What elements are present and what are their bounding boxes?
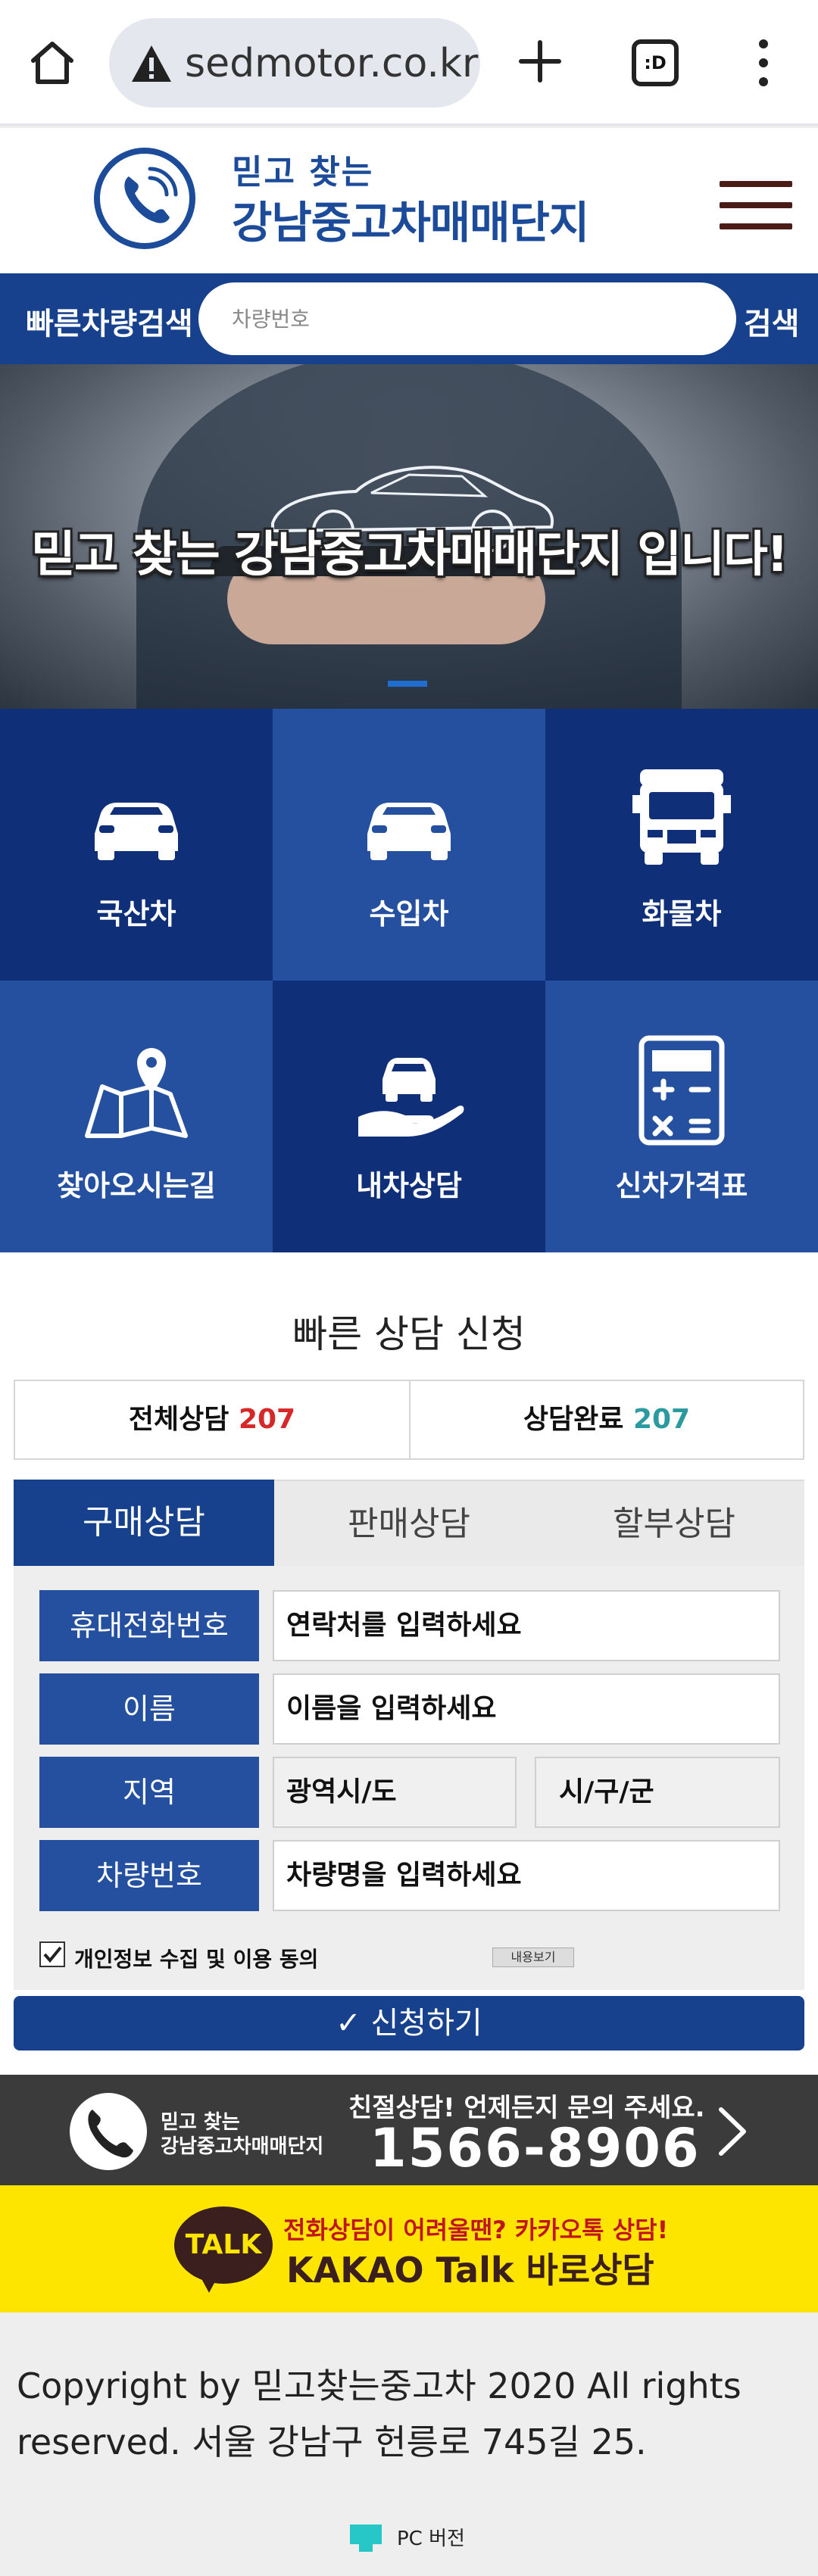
- new-tab-icon[interactable]: [515, 36, 565, 86]
- logo-phone-icon[interactable]: [94, 148, 195, 249]
- category-domestic-cars[interactable]: 국산차: [0, 709, 273, 981]
- total-consult-count: 207: [238, 1404, 296, 1435]
- truck-icon: [632, 769, 731, 865]
- car-number-label: 차량번호: [39, 1840, 259, 1911]
- view-terms-button[interactable]: 내용보기: [492, 1948, 574, 1967]
- privacy-checkbox[interactable]: [39, 1941, 65, 1967]
- monitor-stand: [359, 2544, 373, 2552]
- car-icon: [367, 803, 451, 860]
- footer: Copyright by 믿고찾는중고차 2020 All rights res…: [0, 2312, 818, 2576]
- consult-tabs: 구매상담 판매상담 할부상담: [14, 1480, 804, 1566]
- category-imported-cars[interactable]: 수입차: [273, 709, 545, 981]
- kakao-bubble-tail: [198, 2273, 220, 2293]
- kakao-main-text: KAKAO Talk 바로상담: [286, 2250, 654, 2291]
- map-icon: [85, 1048, 188, 1138]
- category-label: 화물차: [642, 897, 722, 931]
- url-text[interactable]: sedmotor.co.kr: [185, 41, 478, 86]
- kakao-subtext: 전화상담이 어려울땐? 카카오톡 상담!: [283, 2216, 669, 2244]
- district-select[interactable]: 시/구/군: [535, 1757, 780, 1828]
- submit-button[interactable]: ✓ 신청하기: [14, 1996, 804, 2051]
- phone-icon: [70, 2093, 147, 2170]
- completed-consult-label: 상담완료: [523, 1404, 624, 1435]
- phone-input[interactable]: 연락처를 입력하세요: [273, 1590, 780, 1661]
- tab-sale-consult[interactable]: 판매상담: [274, 1480, 544, 1566]
- privacy-agree-label: 개인정보 수집 및 이용 동의: [74, 1947, 319, 1972]
- carousel-indicator[interactable]: [388, 681, 427, 687]
- copyright-text: Copyright by 믿고찾는중고차 2020 All rights res…: [17, 2365, 742, 2462]
- hero-banner[interactable]: 믿고 찾는 강남중고차매매단지 입니다!: [0, 364, 818, 709]
- search-button[interactable]: 검색: [744, 299, 800, 343]
- category-new-car-price[interactable]: 신차가격표: [545, 981, 818, 1252]
- category-label: 수입차: [369, 897, 449, 931]
- call-banner-brand: 강남중고차매매단지: [161, 2135, 324, 2158]
- consult-form: 휴대전화번호 연락처를 입력하세요 이름 이름을 입력하세요 지역 광역시/도 …: [14, 1566, 804, 1990]
- warning-icon[interactable]: [130, 44, 173, 83]
- category-grid: 국산차 수입차 화물차 찾아오시는길 내차상담 신차가격표: [0, 709, 818, 1252]
- calculator-icon: [638, 1035, 725, 1146]
- name-row: 이름 이름을 입력하세요: [39, 1673, 780, 1745]
- browser-toolbar: sedmotor.co.kr :D: [0, 0, 818, 126]
- kakao-talk-icon: TALK: [174, 2206, 273, 2284]
- hamburger-menu-icon[interactable]: [720, 181, 792, 229]
- car-icon: [95, 803, 178, 860]
- kakao-consult-banner[interactable]: TALK 전화상담이 어려울땐? 카카오톡 상담! KAKAO Talk 바로상…: [0, 2185, 818, 2312]
- check-icon: [43, 1946, 62, 1963]
- home-icon[interactable]: [29, 39, 76, 86]
- category-label: 내차상담: [356, 1169, 462, 1202]
- province-select[interactable]: 광역시/도: [273, 1757, 517, 1828]
- pc-version-link[interactable]: PC 버전: [397, 2523, 465, 2551]
- category-label: 찾아오시는길: [57, 1169, 216, 1202]
- consult-title: 빠른 상담 신청: [292, 1312, 526, 1356]
- region-row: 지역 광역시/도 시/구/군: [39, 1757, 780, 1828]
- logo-tagline[interactable]: 믿고 찾는: [232, 145, 373, 193]
- name-input[interactable]: 이름을 입력하세요: [273, 1673, 780, 1745]
- quick-search-label: 빠른차량검색: [26, 307, 193, 341]
- phone-label: 휴대전화번호: [39, 1590, 259, 1661]
- address-bar[interactable]: sedmotor.co.kr: [109, 18, 480, 108]
- category-label: 신차가격표: [615, 1169, 748, 1202]
- category-directions[interactable]: 찾아오시는길: [0, 981, 273, 1252]
- monitor-icon[interactable]: [350, 2525, 382, 2544]
- logo-title[interactable]: 강남중고차매매단지: [232, 187, 589, 251]
- call-banner[interactable]: 믿고 찾는 강남중고차매매단지 친절상담! 언제든지 문의 주세요. 1566-…: [0, 2075, 818, 2185]
- phone-row: 휴대전화번호 연락처를 입력하세요: [39, 1590, 780, 1661]
- site-header: 믿고 찾는 강남중고차매매단지: [0, 128, 818, 273]
- car-name-input[interactable]: 차량명을 입력하세요: [273, 1840, 780, 1911]
- name-label: 이름: [39, 1673, 259, 1745]
- category-my-car-consult[interactable]: 내차상담: [273, 981, 545, 1252]
- hand-car-icon: [358, 1058, 464, 1137]
- phone-number[interactable]: 1566-8906: [370, 2117, 701, 2179]
- vehicle-number-input[interactable]: [198, 282, 736, 355]
- total-consult-stat: 전체상담 207: [15, 1381, 409, 1458]
- completed-consult-count: 207: [632, 1404, 691, 1435]
- car-row: 차량번호 차량명을 입력하세요: [39, 1840, 780, 1911]
- category-label: 국산차: [96, 897, 176, 931]
- consult-stats: 전체상담 207 상담완료 207: [14, 1380, 804, 1460]
- total-consult-label: 전체상담: [128, 1404, 229, 1435]
- region-label: 지역: [39, 1757, 259, 1828]
- privacy-agree-row: 개인정보 수집 및 이용 동의 내용보기: [39, 1937, 780, 1975]
- tab-purchase-consult[interactable]: 구매상담: [14, 1480, 274, 1566]
- quick-search-bar: 빠른차량검색 검색: [0, 273, 818, 364]
- more-menu-icon[interactable]: [750, 36, 777, 89]
- quick-consult-section: 빠른 상담 신청 전체상담 207 상담완료 207 구매상담 판매상담 할부상…: [0, 1252, 818, 2312]
- completed-consult-stat: 상담완료 207: [409, 1381, 803, 1458]
- chevron-right-icon[interactable]: [715, 2105, 750, 2158]
- tab-switcher-button[interactable]: :D: [632, 39, 679, 86]
- banner-headline: 믿고 찾는 강남중고차매매단지 입니다!: [30, 527, 788, 583]
- category-trucks[interactable]: 화물차: [545, 709, 818, 981]
- tab-installment-consult[interactable]: 할부상담: [544, 1480, 804, 1566]
